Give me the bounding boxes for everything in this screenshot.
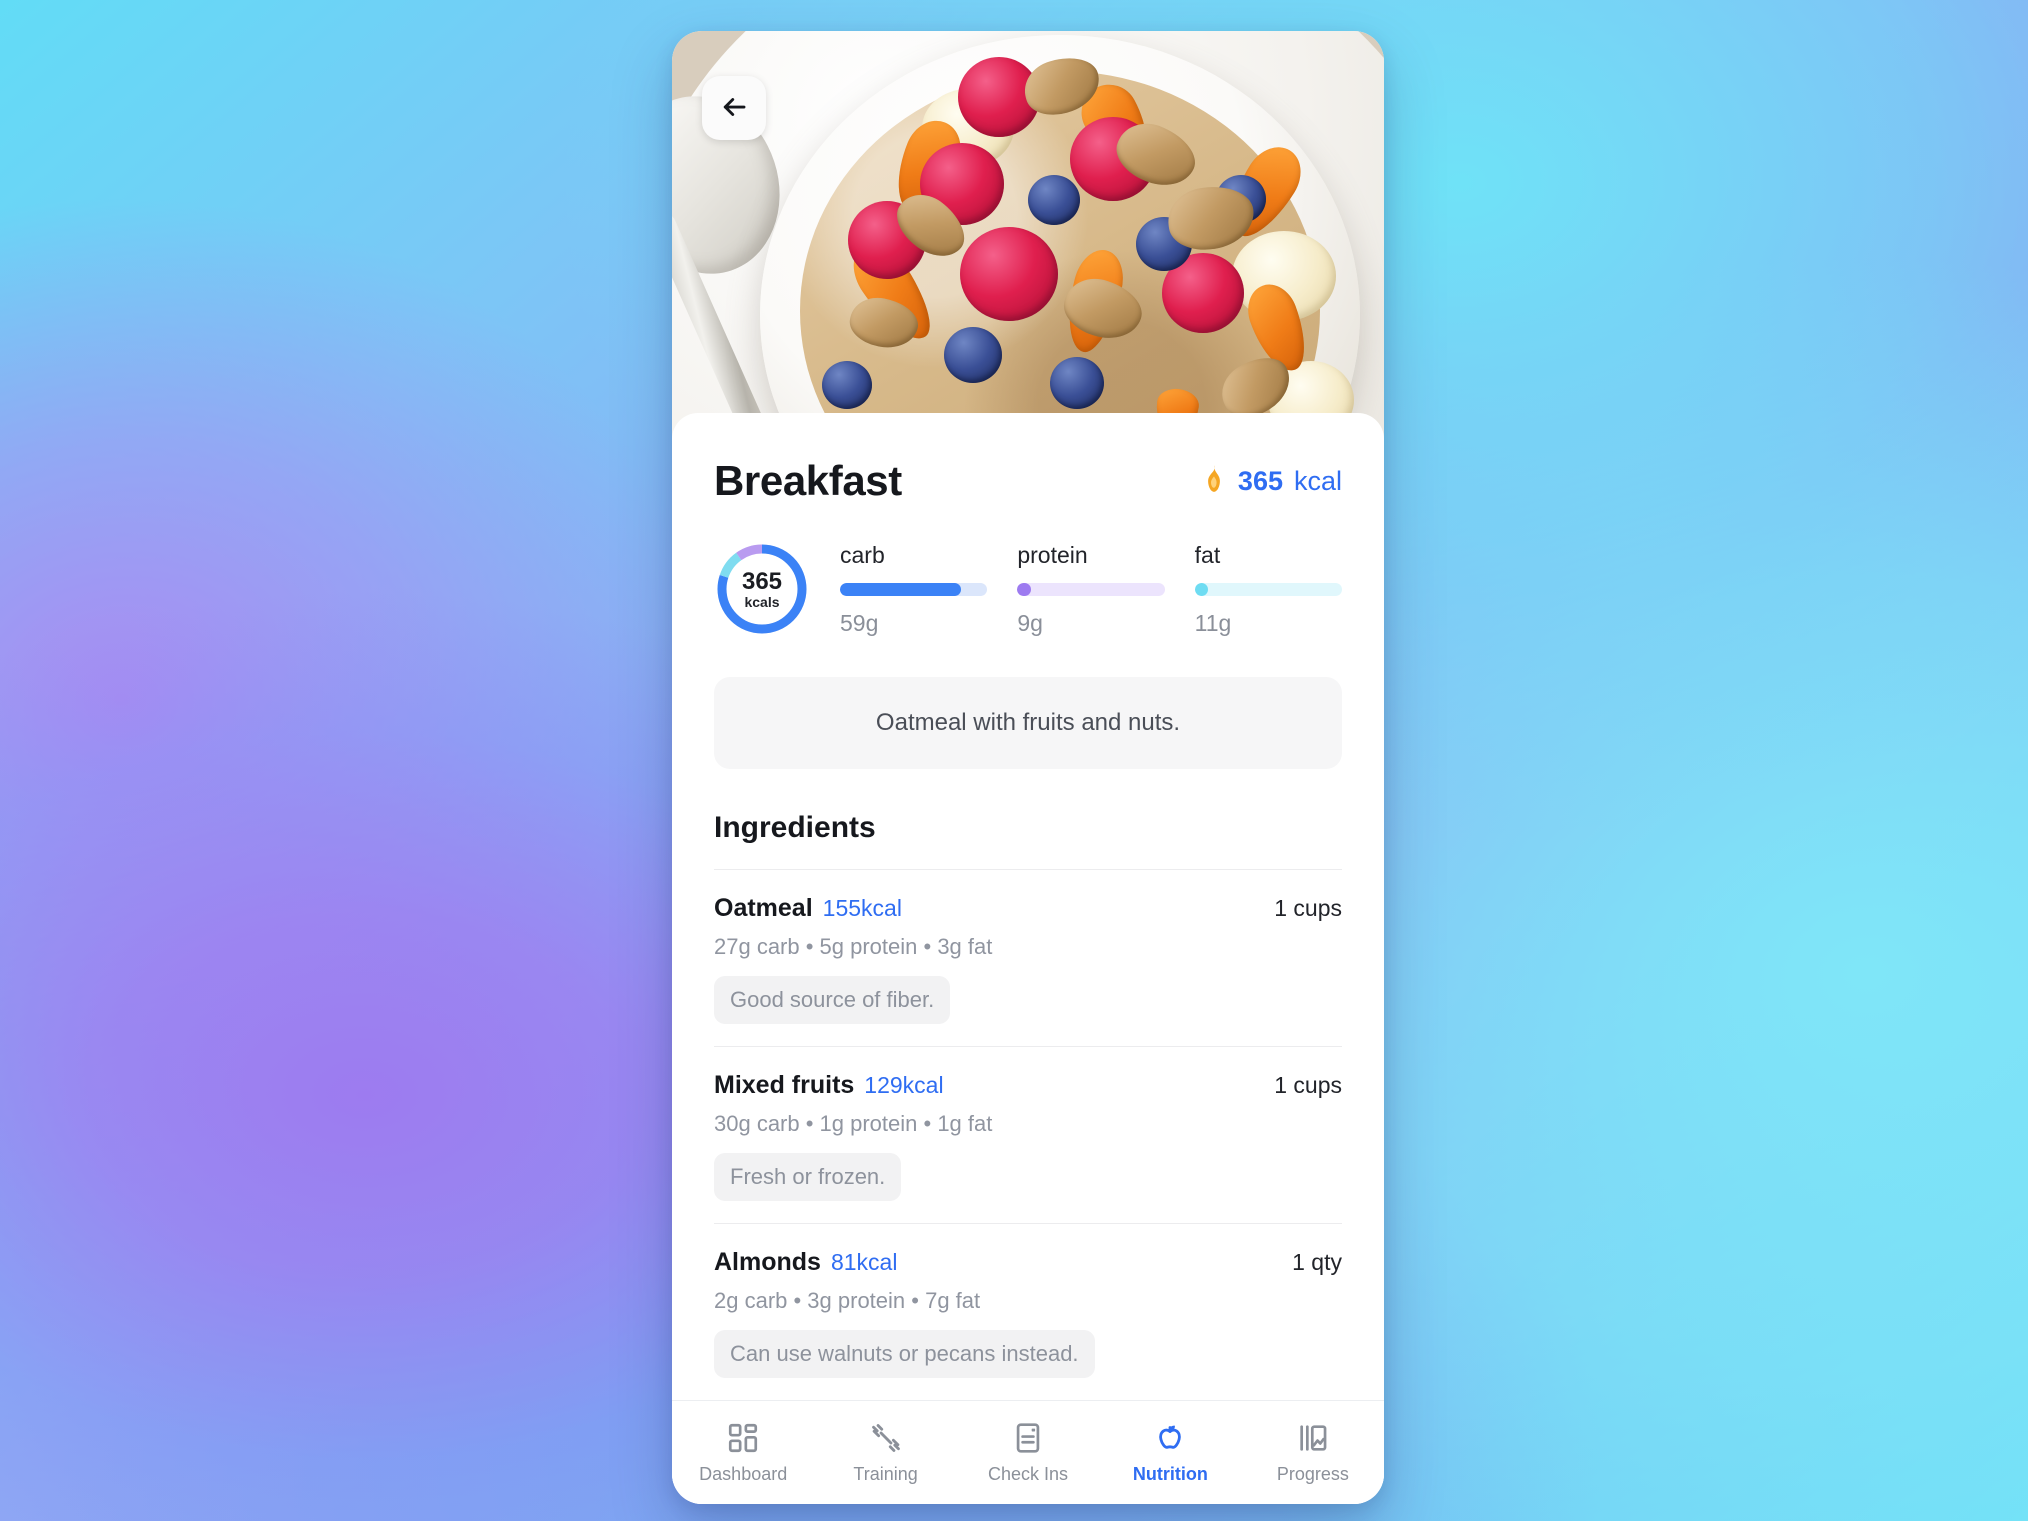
total-calorie-unit: kcal bbox=[1293, 465, 1342, 496]
macro-label: carb bbox=[840, 541, 885, 568]
tab-dashboard[interactable]: Dashboard bbox=[672, 1421, 814, 1485]
macro-fat: fat 11g bbox=[1194, 541, 1342, 637]
ingredient-name: Almonds bbox=[714, 1248, 821, 1276]
ingredient-note: Good source of fiber. bbox=[714, 976, 951, 1024]
back-button[interactable] bbox=[702, 76, 766, 140]
ring-calorie-unit: kcals bbox=[744, 593, 780, 610]
macro-progress-fill bbox=[1194, 582, 1208, 596]
tab-progress[interactable]: Progress bbox=[1242, 1421, 1384, 1485]
meal-hero-image bbox=[672, 31, 1384, 441]
calorie-ring-chart: 365 kcals bbox=[714, 541, 810, 637]
tab-label: Nutrition bbox=[1132, 1463, 1208, 1484]
macro-grams: 9g bbox=[1017, 609, 1043, 636]
ingredient-header: Almonds 81kcal 1 qty bbox=[714, 1248, 1342, 1277]
ingredient-calories: 155kcal bbox=[822, 895, 902, 921]
ingredient-macros: 27g carb • 5g protein • 3g fat bbox=[714, 934, 993, 959]
ingredient-calories: 81kcal bbox=[830, 1249, 898, 1275]
ingredient-note: Can use walnuts or pecans instead. bbox=[714, 1330, 1095, 1378]
chart-icon bbox=[1296, 1421, 1330, 1455]
oatmeal-bowl-photo bbox=[672, 31, 1384, 441]
ingredient-note: Fresh or frozen. bbox=[714, 1153, 902, 1201]
ring-calorie-value: 365 bbox=[741, 567, 783, 595]
tab-label: Check Ins bbox=[987, 1463, 1069, 1484]
ingredient-macros: 2g carb • 3g protein • 7g fat bbox=[714, 1288, 981, 1313]
macro-carb: carb 59g bbox=[840, 541, 988, 637]
ingredient-title-group: Oatmeal 155kcal bbox=[714, 894, 902, 923]
ingredient-row[interactable]: Almonds 81kcal 1 qty 2g carb • 3g protein •… bbox=[714, 1223, 1342, 1400]
page-title: Breakfast bbox=[714, 457, 902, 504]
ingredient-macros: 30g carb • 1g protein • 1g fat bbox=[714, 1111, 993, 1136]
grid-icon bbox=[726, 1421, 760, 1455]
ingredient-quantity: 1 cups bbox=[1274, 1072, 1342, 1098]
macro-progress-track bbox=[840, 582, 988, 596]
ingredient-header: Oatmeal 155kcal 1 cups bbox=[714, 894, 1342, 923]
macro-grams: 11g bbox=[1194, 609, 1232, 636]
dumbbell-icon bbox=[869, 1421, 903, 1455]
ingredient-row[interactable]: Mixed fruits 129kcal 1 cups 30g carb • 1g p… bbox=[714, 1046, 1342, 1223]
macro-label: fat bbox=[1194, 541, 1221, 568]
tab-nutrition[interactable]: Nutrition bbox=[1099, 1421, 1241, 1485]
ingredients-list: Oatmeal 155kcal 1 cups 27g carb • 5g protei… bbox=[714, 869, 1342, 1400]
meal-detail-sheet: Breakfast 365 kcal 365 kcals carb 59g pr… bbox=[672, 413, 1384, 1504]
tab-label: Training bbox=[853, 1463, 918, 1484]
bottom-navigation: Dashboard Training Check Ins Nutrition Progr… bbox=[672, 1400, 1384, 1504]
app-background: Breakfast 365 kcal 365 kcals carb 59g pr… bbox=[0, 0, 2028, 1521]
macro-bars: carb 59g protein 9g fat 11g bbox=[840, 542, 1342, 637]
total-calorie-badge: 365 kcal bbox=[1201, 464, 1342, 499]
macro-progress-fill bbox=[840, 582, 961, 596]
macro-progress-fill bbox=[1017, 582, 1031, 596]
ingredient-quantity: 1 cups bbox=[1274, 895, 1342, 921]
macro-grams: 59g bbox=[840, 609, 879, 636]
flame-icon bbox=[1201, 464, 1227, 499]
ingredient-name: Mixed fruits bbox=[714, 1071, 855, 1099]
clipboard-icon bbox=[1011, 1421, 1045, 1455]
arrow-left-icon bbox=[719, 92, 749, 125]
tab-check-ins[interactable]: Check Ins bbox=[957, 1421, 1099, 1485]
ingredient-row[interactable]: Oatmeal 155kcal 1 cups 27g carb • 5g protei… bbox=[714, 869, 1342, 1046]
tab-label: Dashboard bbox=[699, 1463, 788, 1484]
macro-progress-track bbox=[1194, 582, 1342, 596]
ingredient-title-group: Almonds 81kcal bbox=[714, 1248, 897, 1277]
ingredients-heading: Ingredients bbox=[714, 811, 876, 844]
tab-label: Progress bbox=[1276, 1463, 1349, 1484]
macro-progress-track bbox=[1017, 582, 1165, 596]
meal-header: Breakfast 365 kcal bbox=[714, 413, 1342, 505]
ingredient-quantity: 1 qty bbox=[1292, 1249, 1342, 1275]
ingredient-title-group: Mixed fruits 129kcal bbox=[714, 1071, 944, 1100]
meal-description: Oatmeal with fruits and nuts. bbox=[714, 677, 1342, 769]
ingredient-name: Oatmeal bbox=[714, 894, 813, 922]
macro-label: protein bbox=[1017, 541, 1088, 568]
macro-summary: 365 kcals carb 59g protein 9g fat 11g bbox=[714, 541, 1342, 637]
total-calorie-value: 365 bbox=[1237, 465, 1283, 496]
ingredient-calories: 129kcal bbox=[864, 1072, 944, 1098]
ingredient-header: Mixed fruits 129kcal 1 cups bbox=[714, 1071, 1342, 1100]
phone-screen: Breakfast 365 kcal 365 kcals carb 59g pr… bbox=[672, 31, 1384, 1504]
apple-icon bbox=[1153, 1421, 1187, 1455]
tab-training[interactable]: Training bbox=[814, 1421, 956, 1485]
macro-protein: protein 9g bbox=[1017, 541, 1165, 637]
